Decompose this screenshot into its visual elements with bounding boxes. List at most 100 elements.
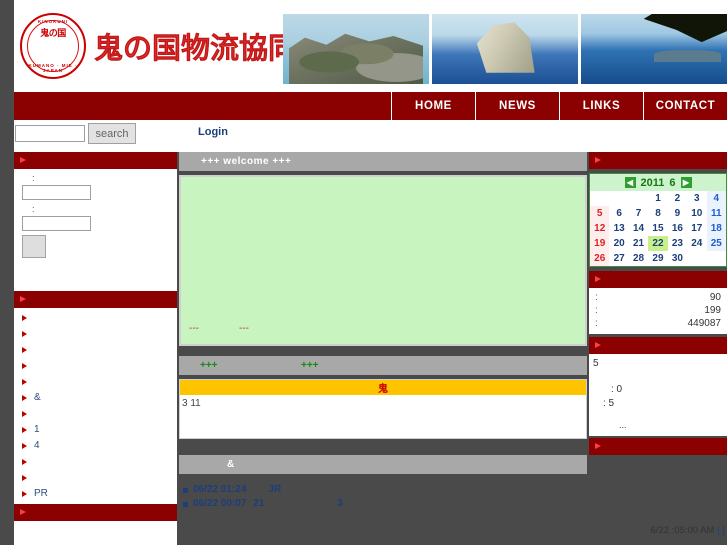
calendar-day[interactable]: 11 — [706, 206, 726, 221]
news-bar: & — [179, 455, 587, 474]
calendar-day[interactable]: 6 — [609, 206, 628, 221]
calendar-day[interactable]: 24 — [687, 236, 706, 251]
news-item-title: 3 — [337, 498, 343, 509]
news-item[interactable]: 06/22 00:07 21 3 — [179, 497, 587, 511]
footer-brackets: [ ] — [717, 525, 725, 536]
sidebar-item-10[interactable] — [14, 454, 177, 470]
stats-row: : 449087 — [589, 317, 727, 330]
calendar-day[interactable]: 18 — [706, 221, 726, 236]
sidebar-item-3[interactable] — [14, 342, 177, 358]
right-bottom-header — [589, 438, 727, 455]
sidebar-item-4[interactable] — [14, 358, 177, 374]
calendar-day[interactable]: 12 — [590, 221, 610, 236]
username-field[interactable] — [22, 185, 91, 200]
calendar-day[interactable]: 19 — [590, 236, 610, 251]
sidebar-item-6[interactable]: & — [14, 390, 177, 406]
info-line-1: 5 — [593, 358, 599, 369]
calendar-day[interactable]: 1 — [648, 191, 667, 206]
calendar-day[interactable]: 30 — [668, 251, 687, 266]
content-divider-2 — [179, 448, 587, 450]
info-more-dots[interactable]: ... — [593, 411, 723, 430]
main-content: +++ welcome +++ --- --- +++ +++ 鬼 3 11 &… — [179, 152, 587, 511]
crest-bottom-text: KUMANO · MIE · JAPAN — [28, 63, 78, 73]
info-panel-body: 5 : 0 : 5 ... — [589, 354, 727, 436]
calendar-day[interactable]: 21 — [629, 236, 648, 251]
calendar-day[interactable]: 7 — [629, 206, 648, 221]
left-sidebar: : : & 1 4 PR — [14, 152, 177, 545]
hero-image-sea-rock — [432, 14, 578, 84]
calendar-day[interactable]: 23 — [668, 236, 687, 251]
calendar-day[interactable]: 9 — [668, 206, 687, 221]
menu-panel-header — [14, 291, 177, 308]
calendar-day[interactable]: 25 — [706, 236, 726, 251]
nav-item-home[interactable]: HOME — [391, 92, 475, 120]
stats-row: : 199 — [589, 304, 727, 317]
calendar-day[interactable]: 8 — [648, 206, 667, 221]
login-panel-header — [14, 152, 177, 169]
search-button[interactable]: search — [88, 123, 136, 144]
page-root: KINOKUNI 鬼の国 KUMANO · MIE · JAPAN 鬼の国物流協… — [0, 0, 727, 545]
search-input[interactable] — [15, 125, 85, 142]
calendar-prev-icon[interactable]: ◀ — [624, 177, 636, 188]
calendar-day[interactable]: 28 — [629, 251, 648, 266]
nav-item-contact[interactable]: CONTACT — [643, 92, 727, 120]
calendar-day[interactable]: 10 — [687, 206, 706, 221]
login-link[interactable]: Login — [198, 126, 228, 138]
calendar-day[interactable]: 27 — [609, 251, 628, 266]
sidebar-item-7[interactable] — [14, 406, 177, 422]
sidebar-item-11[interactable] — [14, 470, 177, 486]
calendar-day-empty — [687, 251, 707, 266]
right-sidebar: ◀ 2011 6 ▶ 1 2 3 4 5 6 7 8 9 10 11 12 13 14 15 16 17 18 19… — [589, 152, 727, 536]
calendar-day[interactable]: 29 — [648, 251, 667, 266]
calendar-day[interactable]: 26 — [590, 251, 610, 266]
calendar-day[interactable]: 4 — [706, 191, 726, 206]
calendar-day[interactable]: 17 — [687, 221, 706, 236]
calendar-day[interactable]: 22 — [648, 236, 668, 251]
password-field[interactable] — [22, 216, 91, 231]
sidebar-item-9[interactable]: 4 — [14, 438, 177, 454]
calendar-next-icon[interactable]: ▶ — [680, 177, 692, 188]
logo-area[interactable]: KINOKUNI 鬼の国 KUMANO · MIE · JAPAN 鬼の国物流協… — [14, 6, 355, 86]
calendar-panel-header — [589, 152, 727, 169]
calendar-day[interactable]: 2 — [668, 191, 687, 206]
login-panel-body: : : — [14, 169, 177, 262]
stats-label: : — [595, 305, 598, 316]
organization-crest-icon: KINOKUNI 鬼の国 KUMANO · MIE · JAPAN — [20, 13, 86, 79]
username-label: : — [32, 173, 35, 183]
sidebar-item-pr[interactable]: PR — [14, 486, 177, 502]
crest-center-text: 鬼の国 — [40, 28, 66, 38]
calendar-day[interactable]: 16 — [668, 221, 687, 236]
calendar-day-empty — [590, 191, 610, 206]
content-divider-1 — [179, 350, 587, 352]
welcome-bar: +++ welcome +++ — [179, 152, 587, 171]
stats-label: : — [595, 292, 598, 303]
site-header: KINOKUNI 鬼の国 KUMANO · MIE · JAPAN 鬼の国物流協… — [14, 0, 727, 92]
calendar-day[interactable]: 20 — [609, 236, 628, 251]
calendar-day[interactable]: 13 — [609, 221, 628, 236]
calendar-day[interactable]: 14 — [629, 221, 648, 236]
news-item[interactable]: 06/22 01:24 JR — [179, 483, 587, 497]
calendar-day[interactable]: 15 — [648, 221, 667, 236]
calendar-header: ◀ 2011 6 ▶ — [590, 174, 726, 191]
stats-value: 199 — [704, 305, 721, 316]
calendar-week-row: 12 13 14 15 16 17 18 — [590, 221, 726, 236]
calendar-year: 2011 — [640, 176, 665, 189]
sidebar-item-8[interactable]: 1 — [14, 422, 177, 438]
stats-panel-body: : 90 : 199 : 449087 — [589, 288, 727, 334]
left-panel-spacer — [14, 262, 177, 291]
nav-item-links[interactable]: LINKS — [559, 92, 643, 120]
nav-item-news[interactable]: NEWS — [475, 92, 559, 120]
sidebar-item-5[interactable] — [14, 374, 177, 390]
stats-row: : 90 — [589, 291, 727, 304]
notice-body: 3 11 — [182, 398, 201, 409]
welcome-plus-left: +++ — [200, 360, 218, 371]
calendar-day[interactable]: 5 — [590, 206, 610, 221]
calendar-day-empty — [609, 191, 629, 206]
notice-header: 鬼 — [180, 380, 586, 395]
stats-panel-header — [589, 271, 727, 288]
login-submit-button[interactable] — [22, 235, 46, 258]
calendar-day[interactable]: 3 — [687, 191, 706, 206]
sidebar-item-1[interactable] — [14, 310, 177, 326]
sidebar-item-2[interactable] — [14, 326, 177, 342]
sidebar-menu: & 1 4 PR — [14, 308, 177, 502]
